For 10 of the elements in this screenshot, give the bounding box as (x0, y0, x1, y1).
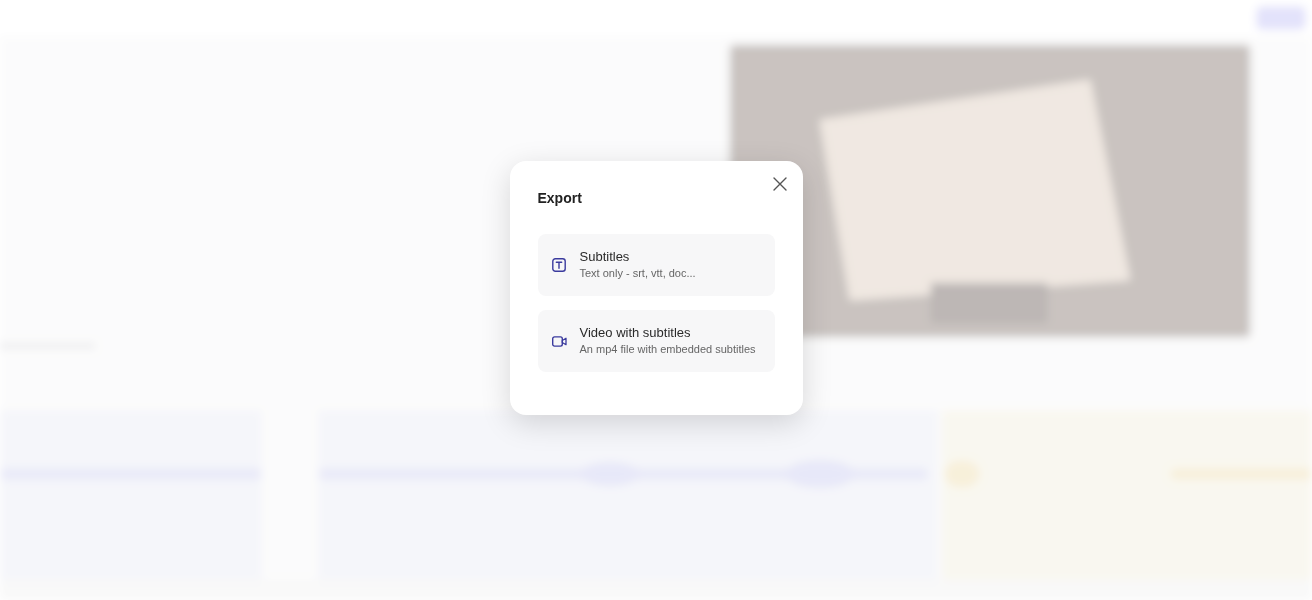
option-title: Subtitles (579, 249, 631, 265)
option-description: Text only - srt, vtt, doc... (579, 266, 696, 281)
text-icon (552, 258, 566, 272)
option-title: Video with subtitles (579, 325, 692, 341)
export-option[interactable]: Subtitles Text only - srt, vtt, doc... (537, 234, 775, 296)
option-description: An mp4 file with embedded subtitles (579, 342, 756, 357)
export-option[interactable]: Video with subtitles An mp4 file with embedded subtitles (537, 310, 775, 372)
close-icon[interactable] (772, 177, 787, 191)
dialog-title: Export (537, 189, 583, 207)
video-camera-icon (551, 335, 567, 347)
